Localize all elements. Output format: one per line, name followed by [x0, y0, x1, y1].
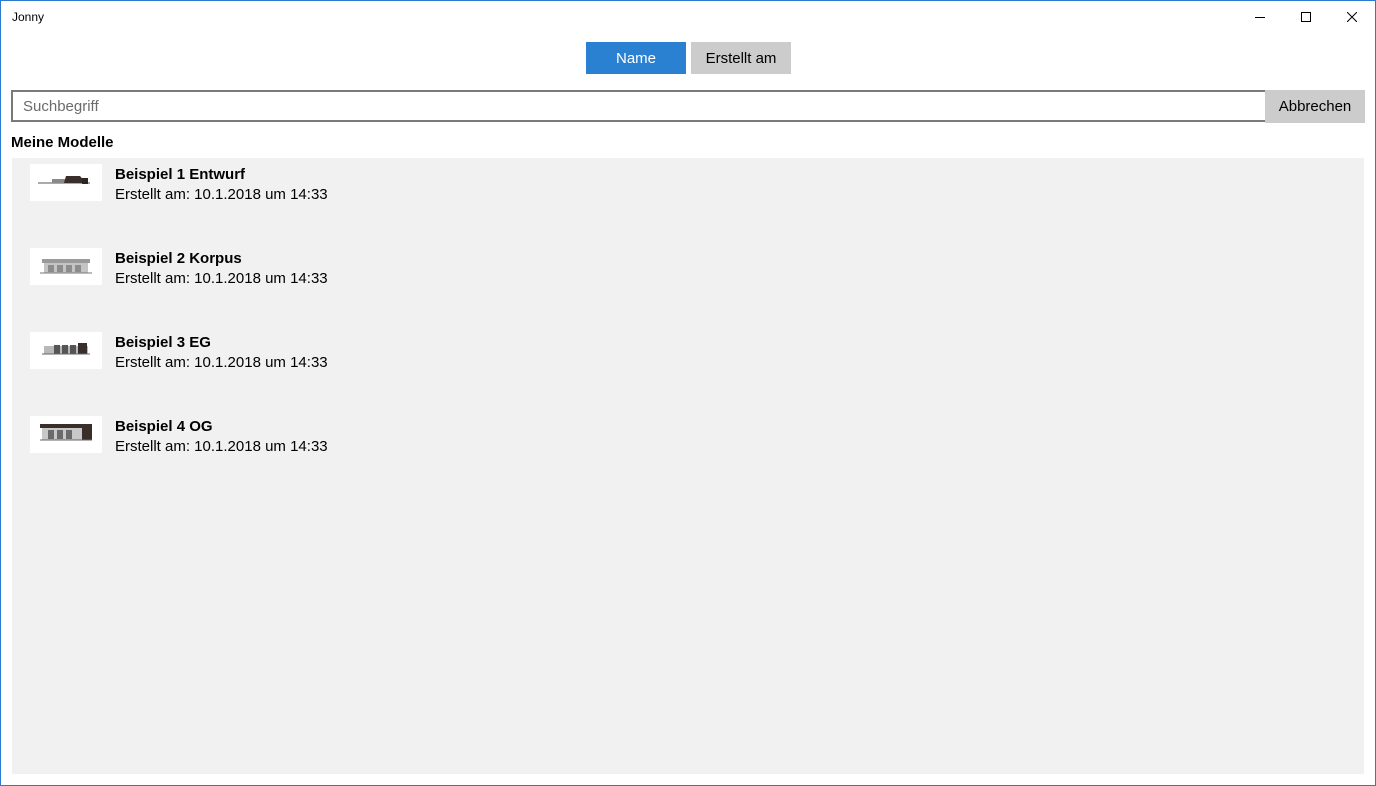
building-sketch-icon: [30, 164, 102, 201]
model-name: Beispiel 1 Entwurf: [115, 166, 246, 183]
building-shell-icon: [30, 248, 102, 285]
search-placeholder: Suchbegriff: [23, 97, 99, 115]
sort-by-date-button[interactable]: Erstellt am: [691, 42, 791, 74]
minimize-button[interactable]: [1237, 1, 1283, 33]
maximize-icon: [1301, 12, 1311, 22]
list-item[interactable]: Beispiel 2 Korpus Erstellt am: 10.1.2018…: [12, 242, 1364, 326]
app-window: Jonny Name Erstellt am Suchbegriff Abbre…: [0, 0, 1376, 786]
model-created-date: Erstellt am: 10.1.2018 um 14:33: [115, 354, 328, 371]
section-title: Meine Modelle: [11, 134, 114, 151]
close-icon: [1347, 12, 1357, 22]
model-name: Beispiel 4 OG: [115, 418, 213, 435]
close-button[interactable]: [1329, 1, 1375, 33]
title-bar: Jonny: [1, 1, 1375, 33]
model-created-date: Erstellt am: 10.1.2018 um 14:33: [115, 186, 328, 203]
search-input[interactable]: Suchbegriff: [11, 90, 1270, 122]
minimize-icon: [1255, 17, 1265, 18]
cancel-button[interactable]: Abbrechen: [1265, 90, 1365, 123]
model-name: Beispiel 2 Korpus: [115, 250, 242, 267]
building-upper-floor-icon: [30, 416, 102, 453]
list-item[interactable]: Beispiel 1 Entwurf Erstellt am: 10.1.201…: [12, 158, 1364, 242]
model-created-date: Erstellt am: 10.1.2018 um 14:33: [115, 438, 328, 455]
list-item[interactable]: Beispiel 3 EG Erstellt am: 10.1.2018 um …: [12, 326, 1364, 410]
maximize-button[interactable]: [1283, 1, 1329, 33]
model-created-date: Erstellt am: 10.1.2018 um 14:33: [115, 270, 328, 287]
building-ground-floor-icon: [30, 332, 102, 369]
window-title: Jonny: [12, 10, 45, 24]
list-item[interactable]: Beispiel 4 OG Erstellt am: 10.1.2018 um …: [12, 410, 1364, 494]
model-list: Beispiel 1 Entwurf Erstellt am: 10.1.201…: [12, 158, 1364, 774]
sort-by-name-button[interactable]: Name: [586, 42, 686, 74]
model-name: Beispiel 3 EG: [115, 334, 211, 351]
